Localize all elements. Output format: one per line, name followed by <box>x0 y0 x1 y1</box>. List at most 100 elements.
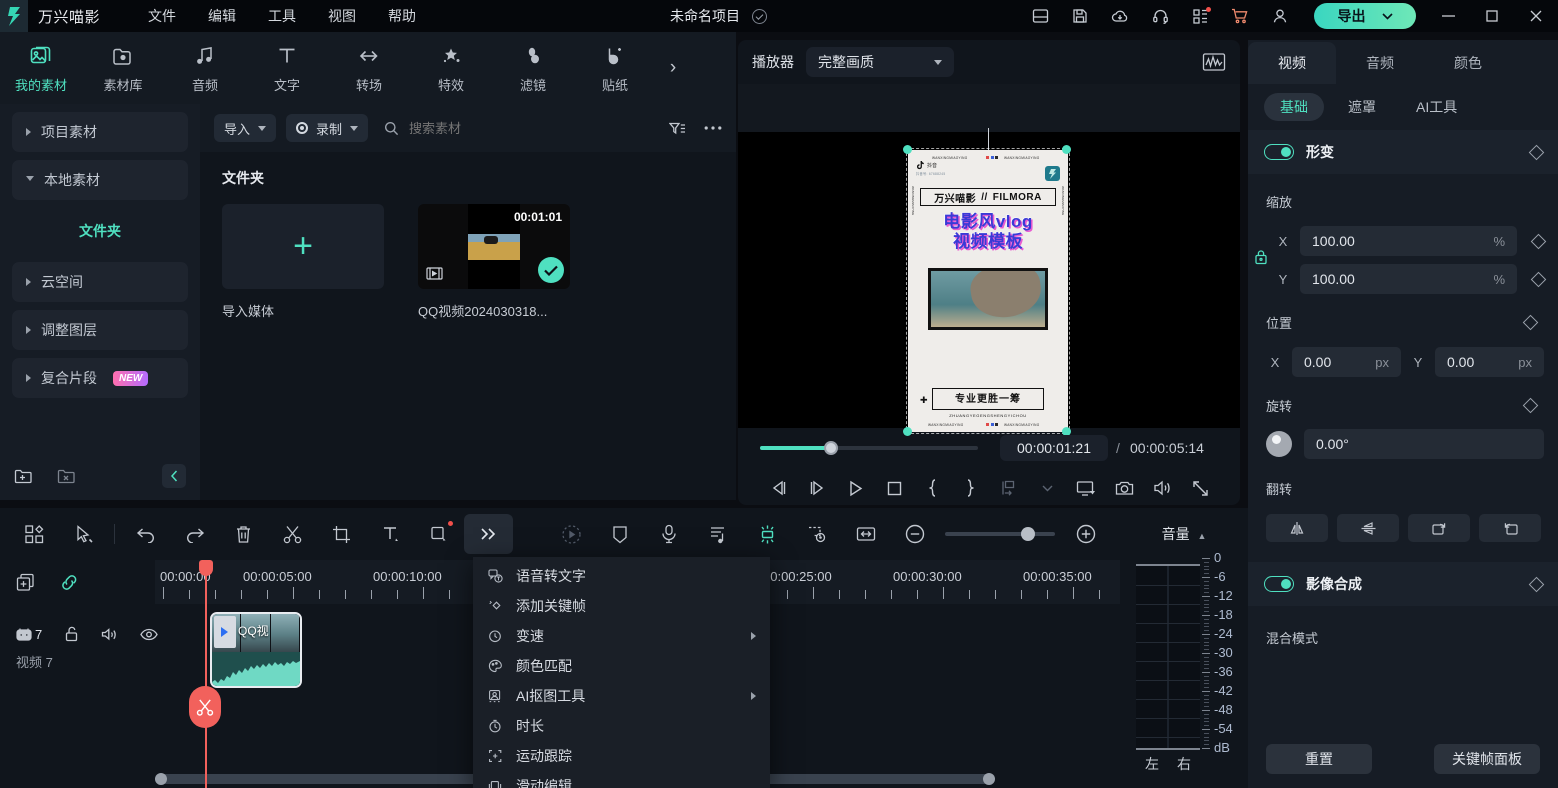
search-input[interactable] <box>409 121 589 136</box>
transform-keyframe-icon[interactable] <box>1529 144 1545 160</box>
position-keyframe-icon[interactable] <box>1523 315 1539 331</box>
more-horizontal-icon[interactable] <box>704 125 722 131</box>
sidebar-item-folder[interactable]: 文件夹 <box>12 214 188 248</box>
minimize-button[interactable] <box>1426 0 1470 32</box>
keyframe-panel-button[interactable]: 关键帧面板 <box>1434 744 1540 774</box>
split-icon[interactable] <box>268 514 317 554</box>
save-icon[interactable] <box>1060 0 1100 32</box>
menu-item-color-match[interactable]: 颜色匹配 <box>473 651 770 681</box>
tab-filter[interactable]: 滤镜 <box>492 32 574 104</box>
scale-x-input[interactable]: 100.00 % <box>1300 226 1517 256</box>
subtab-mask[interactable]: 遮罩 <box>1332 93 1392 121</box>
grid-view-icon[interactable] <box>10 514 59 554</box>
record-button[interactable]: 录制 <box>286 114 368 142</box>
quality-select[interactable]: 完整画质 <box>806 47 954 77</box>
sidebar-item-compound-clip[interactable]: 复合片段 NEW <box>12 358 188 398</box>
cloud-upload-icon[interactable] <box>1100 0 1140 32</box>
monitor-icon[interactable] <box>1067 474 1105 502</box>
select-tool-icon[interactable] <box>59 514 108 554</box>
export-button[interactable]: 导出 <box>1314 3 1416 29</box>
zoom-in-icon[interactable] <box>1061 514 1110 554</box>
layout-icon[interactable] <box>1020 0 1060 32</box>
scrollbar-right-handle[interactable] <box>983 773 995 785</box>
media-item[interactable]: 00:01:01 QQ视频2024030318... <box>418 204 580 320</box>
text-tool-icon[interactable] <box>366 514 415 554</box>
flip-horizontal-icon[interactable] <box>1266 514 1328 542</box>
rotate-ccw-icon[interactable] <box>1479 514 1541 542</box>
menu-item-speed[interactable]: 变速 <box>473 621 770 651</box>
zoom-slider-knob[interactable] <box>1021 527 1035 541</box>
silence-detect-icon[interactable] <box>743 514 792 554</box>
playhead-handle[interactable] <box>199 560 213 576</box>
scrollbar-left-handle[interactable] <box>155 773 167 785</box>
waveform-scope-icon[interactable] <box>1202 52 1226 72</box>
tab-effects[interactable]: 特效 <box>410 32 492 104</box>
lock-icon[interactable] <box>64 626 79 642</box>
link-toggle-icon[interactable] <box>59 573 80 592</box>
tab-audio[interactable]: 音频 <box>164 32 246 104</box>
shape-tool-icon[interactable] <box>415 514 464 554</box>
apps-icon[interactable] <box>1180 0 1220 32</box>
delete-icon[interactable] <box>219 514 268 554</box>
collapse-panel-icon[interactable] <box>162 464 186 488</box>
audio-meter-title[interactable]: 音量 ▲ <box>1120 508 1248 544</box>
menu-item-duration[interactable]: 时长 <box>473 711 770 741</box>
fit-timeline-icon[interactable] <box>841 514 890 554</box>
menu-edit[interactable]: 编辑 <box>208 6 236 26</box>
resize-handle-tl[interactable] <box>903 145 912 154</box>
menu-file[interactable]: 文件 <box>148 6 176 26</box>
tab-transition[interactable]: 转场 <box>328 32 410 104</box>
sidebar-item-local-media[interactable]: 本地素材 <box>12 160 188 200</box>
tab-text[interactable]: 文字 <box>246 32 328 104</box>
filter-list-icon[interactable] <box>669 121 686 136</box>
fullscreen-icon[interactable] <box>1182 474 1220 502</box>
track-type-icon[interactable]: 7 <box>16 627 42 642</box>
sidebar-item-cloud[interactable]: 云空间 <box>12 262 188 302</box>
scale-x-keyframe-icon[interactable] <box>1531 233 1547 249</box>
tabs-overflow-chevron-icon[interactable]: › <box>660 57 686 79</box>
menu-view[interactable]: 视图 <box>328 6 356 26</box>
timeline-clip[interactable]: QQ视 <box>210 612 302 688</box>
transform-toggle[interactable] <box>1264 144 1294 160</box>
menu-item-speech-to-text[interactable]: 语音转文字 <box>473 561 770 591</box>
render-preview-icon[interactable] <box>792 514 841 554</box>
preview-stage[interactable]: WANXINGMIAOYING WANXINGMIAOYING 抖音 抖音号: … <box>738 84 1240 428</box>
zoom-slider[interactable] <box>945 532 1055 536</box>
scale-link-lock[interactable] <box>1248 220 1274 294</box>
menu-item-ai-matting[interactable]: AI抠图工具 <box>473 681 770 711</box>
reset-button[interactable]: 重置 <box>1266 744 1372 774</box>
tab-audio[interactable]: 音频 <box>1336 42 1424 84</box>
tab-my-media[interactable]: 我的素材 <box>0 32 82 104</box>
playhead[interactable] <box>205 560 207 788</box>
auto-reframe-icon[interactable] <box>547 514 596 554</box>
close-button[interactable] <box>1514 0 1558 32</box>
stop-icon[interactable] <box>875 474 913 502</box>
tab-sticker[interactable]: 贴纸 <box>574 32 656 104</box>
menu-item-motion-tracking[interactable]: 运动跟踪 <box>473 741 770 771</box>
seek-knob[interactable] <box>824 441 838 455</box>
headset-icon[interactable] <box>1140 0 1180 32</box>
compositing-keyframe-icon[interactable] <box>1529 576 1545 592</box>
menu-help[interactable]: 帮助 <box>388 6 416 26</box>
delete-folder-icon[interactable] <box>57 468 76 485</box>
current-time[interactable]: 00:00:01:21 <box>1000 435 1108 461</box>
pos-x-input[interactable]: 0.00 px <box>1292 347 1401 377</box>
tab-color[interactable]: 颜色 <box>1424 42 1512 84</box>
resize-handle-tr[interactable] <box>1062 145 1071 154</box>
mark-in-icon[interactable] <box>913 474 951 502</box>
marker-icon[interactable] <box>596 514 645 554</box>
import-media-tile[interactable]: + 导入媒体 <box>222 204 384 320</box>
mute-icon[interactable] <box>101 627 118 642</box>
rotate-input[interactable]: 0.00° <box>1304 429 1544 459</box>
menu-item-add-keyframe[interactable]: 添加关键帧 <box>473 591 770 621</box>
user-icon[interactable] <box>1260 0 1300 32</box>
new-folder-icon[interactable] <box>14 468 33 485</box>
sidebar-item-adjustment-layer[interactable]: 调整图层 <box>12 310 188 350</box>
rotate-keyframe-icon[interactable] <box>1523 398 1539 414</box>
subtab-basic[interactable]: 基础 <box>1264 93 1324 121</box>
media-search[interactable] <box>384 121 589 136</box>
audio-meter-collapse-icon[interactable]: ▲ <box>1197 531 1206 541</box>
menu-item-slide-edit[interactable]: 滑动编辑 <box>473 771 770 788</box>
crop-icon[interactable] <box>317 514 366 554</box>
add-track-icon[interactable] <box>16 573 35 592</box>
